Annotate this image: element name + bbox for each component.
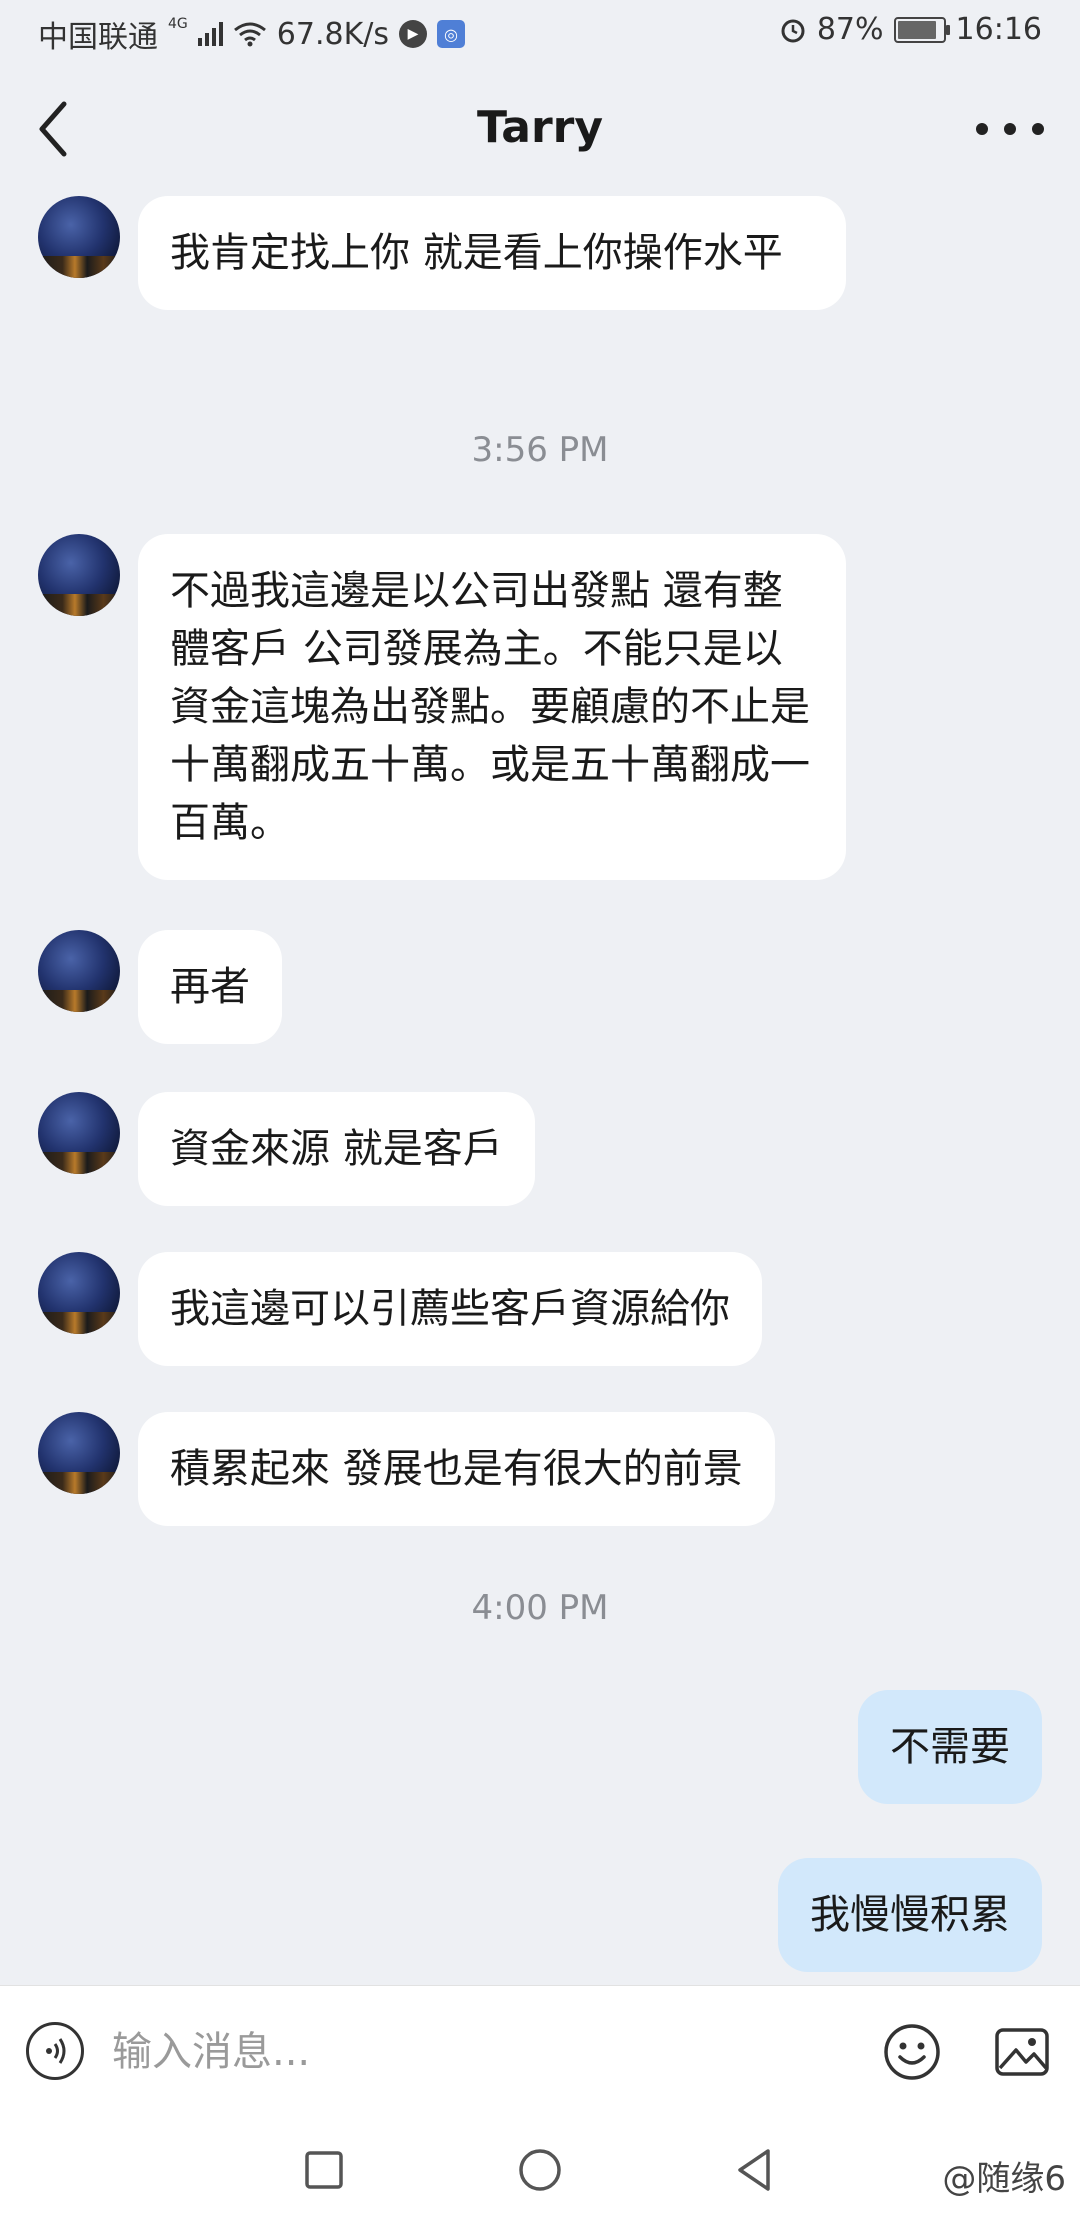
message-text: 資金來源 就是客戶 xyxy=(170,1126,503,1172)
message-bubble-incoming[interactable]: 不過我這邊是以公司出發點 還有整體客戶 公司發展為主。不能只是以資金這塊為出發點… xyxy=(138,534,846,880)
emoji-button[interactable] xyxy=(882,2022,942,2082)
voice-icon xyxy=(46,2038,66,2064)
smiley-icon xyxy=(884,2024,940,2080)
message-text: 積累起來 發展也是有很大的前景 xyxy=(170,1446,743,1492)
chat-header: Tarry xyxy=(0,64,1080,194)
message-timestamp: 3:56 PM xyxy=(471,430,609,470)
more-options-button[interactable] xyxy=(970,104,1050,154)
contact-avatar[interactable] xyxy=(38,196,120,278)
voice-input-button[interactable] xyxy=(26,2022,84,2080)
square-icon xyxy=(305,2151,343,2189)
battery-percent: 87% xyxy=(816,12,884,47)
network-type: 4G xyxy=(168,16,188,32)
message-input[interactable] xyxy=(110,2016,814,2088)
message-bubble-outgoing[interactable]: 不需要 xyxy=(858,1690,1042,1804)
system-navigation-bar: @随缘6 xyxy=(0,2115,1080,2220)
image-button[interactable] xyxy=(992,2022,1052,2082)
status-right: 87% 16:16 xyxy=(779,12,1042,47)
wifi-icon xyxy=(233,22,266,47)
message-timestamp: 4:00 PM xyxy=(471,1588,609,1628)
app-notification-icon: ◎ xyxy=(436,20,465,48)
message-bubble-incoming[interactable]: 積累起來 發展也是有很大的前景 xyxy=(138,1412,775,1526)
back-nav-button[interactable] xyxy=(726,2145,786,2195)
message-bubble-incoming[interactable]: 資金來源 就是客戶 xyxy=(138,1092,535,1206)
message-bubble-incoming[interactable]: 我肯定找上你 就是看上你操作水平 xyxy=(138,196,846,310)
message-text: 我這邊可以引薦些客戶資源給你 xyxy=(170,1286,730,1332)
triangle-back-icon xyxy=(738,2149,770,2191)
message-text: 不需要 xyxy=(890,1724,1010,1770)
status-left: 中国联通 4G 67.8K/s ▶ ◎ xyxy=(38,12,465,56)
message-text: 我肯定找上你 就是看上你操作水平 xyxy=(170,230,783,276)
image-icon xyxy=(995,2028,1049,2076)
home-button[interactable] xyxy=(510,2145,570,2195)
message-bubble-incoming[interactable]: 我這邊可以引薦些客戶資源給你 xyxy=(138,1252,762,1366)
recent-apps-button[interactable] xyxy=(294,2145,354,2195)
contact-avatar[interactable] xyxy=(38,1092,120,1174)
message-input-bar xyxy=(0,1985,1080,2116)
play-icon: ▶ xyxy=(398,20,427,48)
alarm-icon xyxy=(781,19,805,42)
more-dots-icon xyxy=(976,123,1044,135)
contact-avatar[interactable] xyxy=(38,534,120,616)
status-bar: 中国联通 4G 67.8K/s ▶ ◎ 87% 16:16 xyxy=(0,0,1080,64)
message-text: 不過我這邊是以公司出發點 還有整體客戶 公司發展為主。不能只是以資金這塊為出發點… xyxy=(170,568,810,846)
clock-time: 16:16 xyxy=(955,12,1042,47)
watermark: @随缘6 xyxy=(942,2151,1066,2200)
carrier-name: 中国联通 xyxy=(38,20,158,55)
battery-icon xyxy=(893,16,950,43)
watermark-text: @随缘6 xyxy=(942,2159,1066,2199)
chat-title: Tarry xyxy=(476,102,604,153)
contact-avatar[interactable] xyxy=(38,1252,120,1334)
circle-icon xyxy=(519,2149,561,2191)
message-text: 我慢慢积累 xyxy=(810,1892,1010,1938)
contact-avatar[interactable] xyxy=(38,1412,120,1494)
contact-avatar[interactable] xyxy=(38,930,120,1012)
signal-icon xyxy=(197,22,223,46)
message-bubble-incoming[interactable]: 再者 xyxy=(138,930,282,1044)
message-text: 再者 xyxy=(170,964,250,1010)
message-bubble-outgoing[interactable]: 我慢慢积累 xyxy=(778,1858,1042,1972)
network-speed: 67.8K/s xyxy=(276,16,389,52)
